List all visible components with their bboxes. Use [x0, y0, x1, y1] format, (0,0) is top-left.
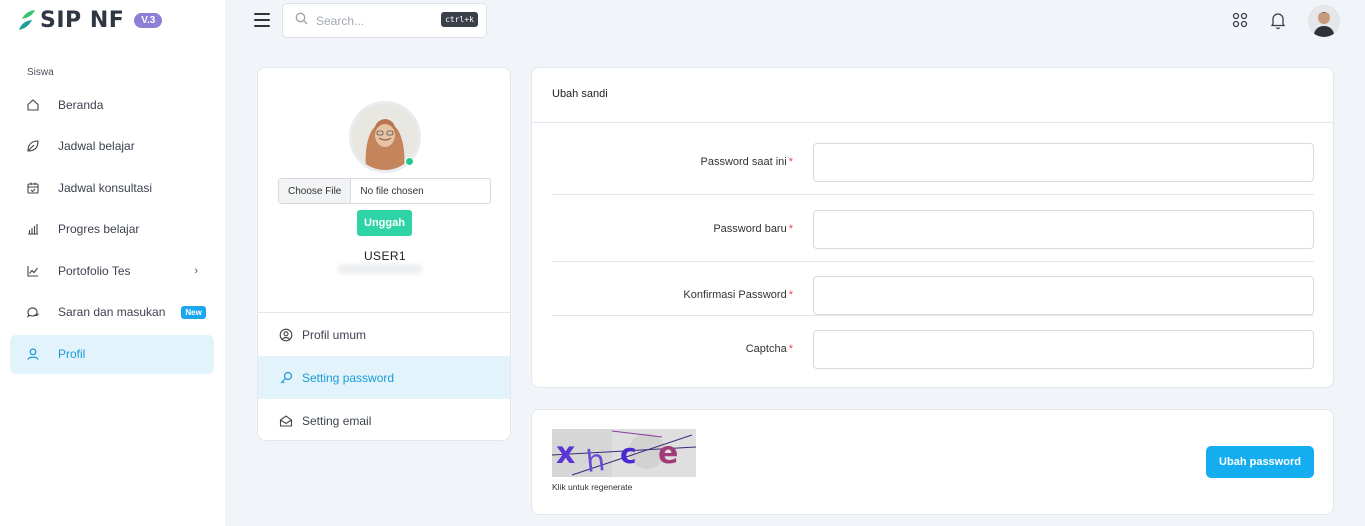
menu-item-profil-umum[interactable]: Profil umum	[258, 313, 510, 356]
version-badge: V.3	[134, 12, 163, 28]
photo-file-input[interactable]: Choose File No file chosen	[278, 178, 491, 204]
user-circle-icon	[279, 328, 293, 342]
current-password-label: Password saat ini *	[700, 156, 794, 168]
user-icon	[26, 347, 40, 361]
online-status-dot	[405, 157, 414, 166]
captcha-char: x	[556, 436, 575, 471]
sidebar-item-progres-belajar[interactable]: Progres belajar	[10, 210, 214, 249]
current-password-input[interactable]	[813, 143, 1314, 182]
new-password-label: Password baru *	[713, 223, 793, 235]
captcha-char: h	[584, 443, 607, 477]
menu-item-label: Setting password	[302, 370, 395, 385]
search-input[interactable]	[316, 13, 436, 28]
card-title: Ubah sandi	[552, 88, 608, 100]
calendar-icon	[26, 181, 40, 195]
row-divider	[552, 194, 1314, 195]
sidebar-item-label: Portofolio Tes	[58, 263, 131, 278]
menu-item-label: Setting email	[302, 413, 372, 428]
sidebar-item-jadwal-konsultasi[interactable]: Jadwal konsultasi	[10, 168, 214, 207]
profile-username: USER1	[363, 249, 406, 263]
menu-toggle-icon[interactable]	[254, 13, 270, 27]
sidebar-nav: Beranda Jadwal belajar Jadwal konsultasi…	[10, 85, 214, 376]
sidebar-item-label: Progres belajar	[58, 222, 140, 237]
captcha-char: e	[658, 436, 678, 471]
new-password-input[interactable]	[813, 210, 1314, 249]
sidebar-item-beranda[interactable]: Beranda	[10, 85, 214, 124]
menu-item-setting-password[interactable]: Setting password	[258, 356, 510, 399]
home-icon	[26, 98, 40, 112]
bar-chart-icon	[26, 222, 40, 236]
confirm-password-label: Konfirmasi Password *	[683, 289, 793, 301]
sidebar-item-label: Profil	[58, 347, 86, 362]
profile-menu: Profil umum Setting password Setting ema…	[258, 312, 510, 440]
captcha-card: x h c e Klik untuk regenerate Ubah passw…	[531, 409, 1334, 515]
topbar-actions	[1232, 5, 1340, 37]
new-badge: New	[181, 305, 206, 319]
user-avatar[interactable]	[1308, 5, 1340, 37]
captcha-input[interactable]	[813, 330, 1314, 369]
sidebar-item-label: Jadwal konsultasi	[58, 180, 153, 195]
card-divider	[532, 122, 1333, 123]
search-shortcut-hint: ctrl+k	[441, 12, 478, 27]
line-chart-icon	[26, 264, 40, 278]
sidebar-item-label: Beranda	[58, 97, 104, 112]
captcha-hint: Klik untuk regenerate	[552, 482, 633, 492]
change-password-card: Ubah sandi Password saat ini * Password b…	[531, 67, 1334, 388]
profile-card: Choose File No file chosen Unggah USER1 …	[257, 67, 511, 441]
logo-mark-icon	[19, 10, 35, 30]
change-password-button[interactable]: Ubah password	[1206, 446, 1314, 478]
choose-file-button[interactable]: Choose File	[279, 179, 352, 203]
captcha-image[interactable]: x h c e	[552, 429, 696, 477]
apps-icon[interactable]	[1232, 12, 1250, 30]
row-divider	[552, 315, 1314, 316]
mail-open-icon	[279, 414, 293, 428]
menu-item-label: Profil umum	[302, 327, 367, 342]
sidebar-item-saran-dan-masukan[interactable]: Saran dan masukan New	[10, 293, 214, 332]
bell-icon[interactable]	[1270, 12, 1288, 30]
search-box[interactable]: ctrl+k	[282, 3, 487, 38]
file-status-text: No file chosen	[360, 185, 424, 197]
sidebar-section-label: Siswa	[27, 67, 54, 78]
upload-button[interactable]: Unggah	[357, 210, 412, 236]
sidebar-item-jadwal-belajar[interactable]: Jadwal belajar	[10, 127, 214, 166]
menu-item-setting-email[interactable]: Setting email	[258, 399, 510, 440]
brand-name: SIP NF	[40, 7, 125, 33]
sidebar-item-label: Saran dan masukan	[58, 305, 166, 320]
leaf-icon	[26, 139, 40, 153]
sidebar: SIP NF V.3 Siswa Beranda Jadwal belajar …	[0, 0, 225, 526]
row-divider	[552, 261, 1314, 262]
sidebar-item-portofolio-tes[interactable]: Portofolio Tes ›	[10, 251, 214, 290]
captcha-char: c	[620, 437, 637, 470]
chat-icon	[26, 305, 40, 319]
sidebar-item-label: Jadwal belajar	[58, 139, 135, 154]
sidebar-item-profil[interactable]: Profil	[10, 334, 214, 374]
chevron-right-icon: ›	[194, 264, 198, 277]
search-icon	[295, 12, 308, 30]
confirm-password-input[interactable]	[813, 276, 1314, 315]
key-icon	[279, 371, 293, 385]
brand-logo[interactable]: SIP NF V.3	[18, 6, 163, 34]
redacted-subtitle	[338, 264, 422, 274]
captcha-label: Captcha *	[745, 343, 793, 355]
